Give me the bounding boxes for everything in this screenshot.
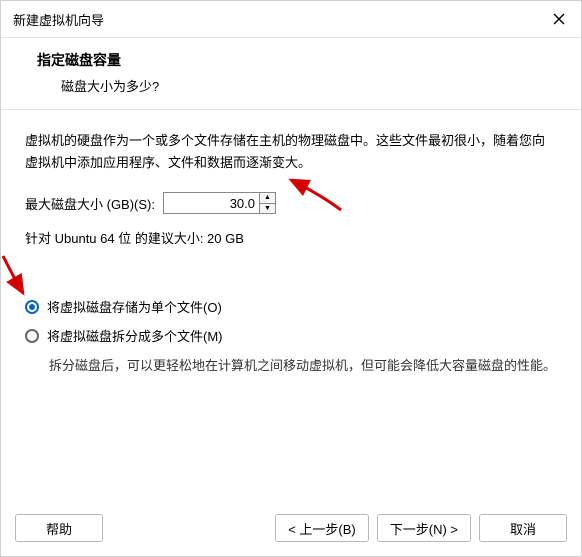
- back-button[interactable]: < 上一步(B): [275, 514, 369, 542]
- annotation-arrow-2: [0, 248, 45, 298]
- radio-split-files-label: 将虚拟磁盘拆分成多个文件(M): [47, 326, 223, 345]
- split-hint-text: 拆分磁盘后，可以更轻松地在计算机之间移动虚拟机，但可能会降低大容量磁盘的性能。: [49, 355, 557, 377]
- close-button[interactable]: [549, 9, 569, 29]
- recommended-size-text: 针对 Ubuntu 64 位 的建议大小: 20 GB: [25, 228, 557, 247]
- radio-icon-unselected: [25, 329, 39, 343]
- disk-size-spinbox[interactable]: ▲ ▼: [163, 192, 276, 214]
- description-text: 虚拟机的硬盘作为一个或多个文件存储在主机的物理磁盘中。这些文件最初很小，随着您向…: [25, 130, 557, 174]
- titlebar: 新建虚拟机向导: [1, 1, 581, 38]
- help-button[interactable]: 帮助: [15, 514, 103, 542]
- disk-size-label: 最大磁盘大小 (GB)(S):: [25, 194, 155, 213]
- window-title: 新建虚拟机向导: [13, 10, 104, 29]
- page-subtitle: 磁盘大小为多少?: [61, 76, 561, 95]
- page-title: 指定磁盘容量: [37, 50, 561, 70]
- radio-icon-selected: [25, 300, 39, 314]
- content-area: 虚拟机的硬盘作为一个或多个文件存储在主机的物理磁盘中。这些文件最初很小，随着您向…: [1, 110, 581, 504]
- footer: 帮助 < 上一步(B) 下一步(N) > 取消: [1, 504, 581, 556]
- spin-buttons: ▲ ▼: [259, 193, 275, 213]
- radio-single-file[interactable]: 将虚拟磁盘存储为单个文件(O): [25, 297, 557, 316]
- next-button[interactable]: 下一步(N) >: [377, 514, 471, 542]
- spin-down-button[interactable]: ▼: [260, 204, 275, 214]
- disk-size-row: 最大磁盘大小 (GB)(S): ▲ ▼: [25, 192, 557, 214]
- cancel-button[interactable]: 取消: [479, 514, 567, 542]
- disk-size-input[interactable]: [164, 193, 259, 213]
- radio-split-files[interactable]: 将虚拟磁盘拆分成多个文件(M): [25, 326, 557, 345]
- wizard-header: 指定磁盘容量 磁盘大小为多少?: [1, 38, 581, 109]
- close-icon: [553, 13, 565, 25]
- radio-single-file-label: 将虚拟磁盘存储为单个文件(O): [47, 297, 222, 316]
- wizard-window: 新建虚拟机向导 指定磁盘容量 磁盘大小为多少? 虚拟机的硬盘作为一个或多个文件存…: [0, 0, 582, 557]
- spin-up-button[interactable]: ▲: [260, 193, 275, 204]
